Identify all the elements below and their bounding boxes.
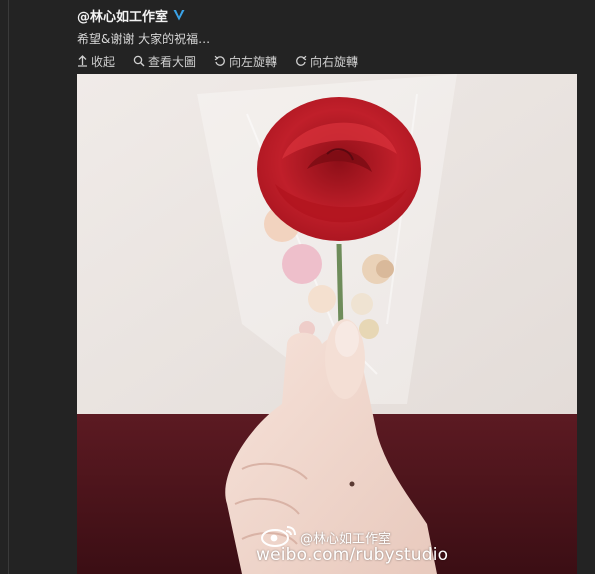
filler-flower	[351, 293, 373, 315]
verified-badge-icon	[172, 8, 186, 22]
filler-flower	[376, 260, 394, 278]
collapse-button[interactable]: 收起	[77, 53, 115, 69]
collapse-label: 收起	[91, 54, 116, 69]
rotate-right-label: 向右旋轉	[310, 54, 359, 69]
left-divider	[8, 0, 9, 574]
filler-flower	[359, 319, 379, 339]
author-name[interactable]: @林心如工作室	[77, 6, 168, 25]
post-header: @林心如工作室 希望&谢谢 大家的祝福… 收起 查看大圖 向左旋轉 向右旋轉	[77, 6, 585, 69]
image-toolbar: 收起 查看大圖 向左旋轉 向右旋轉	[77, 53, 585, 69]
post-image[interactable]: @林心如工作室 weibo.com/rubystudio	[77, 74, 577, 574]
rotate-right-icon	[295, 55, 307, 67]
rotate-left-button[interactable]: 向左旋轉	[214, 53, 277, 69]
filler-flower	[308, 285, 336, 313]
watermark-url: weibo.com/rubystudio	[256, 545, 449, 565]
rotate-left-label: 向左旋轉	[229, 54, 278, 69]
rotate-left-icon	[214, 55, 226, 67]
rotate-right-button[interactable]: 向右旋轉	[295, 53, 358, 69]
view-large-label: 查看大圖	[148, 54, 197, 69]
author-row: @林心如工作室	[77, 6, 585, 25]
rose-photo	[77, 74, 577, 574]
view-large-button[interactable]: 查看大圖	[133, 53, 196, 69]
post-caption: 希望&谢谢 大家的祝福…	[77, 32, 211, 46]
arrow-up-icon	[77, 55, 88, 67]
weibo-eye-logo-icon	[261, 525, 297, 547]
magnifier-icon	[133, 55, 145, 67]
filler-flower	[282, 244, 322, 284]
